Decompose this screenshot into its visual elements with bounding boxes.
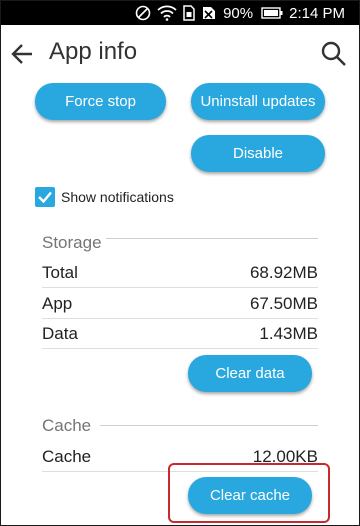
force-stop-button[interactable]: Force stop xyxy=(35,83,166,120)
sim-card-icon xyxy=(183,5,195,21)
storage-data-label: Data xyxy=(42,324,78,343)
no-sim-icon xyxy=(201,5,217,21)
status-bar: 90% 2:14 PM xyxy=(1,1,359,25)
page-title: App info xyxy=(49,38,138,65)
cache-size-label: Cache xyxy=(42,447,92,466)
storage-header: Storage xyxy=(42,233,102,252)
app-bar: App info xyxy=(0,26,360,82)
cache-divider xyxy=(100,425,318,426)
row-divider xyxy=(42,287,318,288)
storage-data-value: 1.43MB xyxy=(259,324,318,343)
battery-percent: 90% xyxy=(223,4,254,22)
show-notifications-checkbox[interactable] xyxy=(35,187,55,207)
row-divider xyxy=(42,348,318,349)
clock: 2:14 PM xyxy=(289,4,345,22)
search-icon[interactable] xyxy=(320,40,348,68)
storage-total-value: 68.92MB xyxy=(249,263,318,282)
storage-divider xyxy=(106,238,318,239)
storage-app-label: App xyxy=(42,294,73,313)
show-notifications-label: Show notifications xyxy=(61,189,174,205)
clear-data-button[interactable]: Clear data xyxy=(188,355,312,392)
uninstall-updates-button[interactable]: Uninstall updates xyxy=(191,83,325,120)
cache-header: Cache xyxy=(42,416,92,435)
disable-button[interactable]: Disable xyxy=(191,135,325,172)
clear-cache-highlight xyxy=(168,463,330,523)
storage-app-value: 67.50MB xyxy=(249,294,318,313)
do-not-disturb-icon xyxy=(135,5,151,21)
arrow-back-icon[interactable] xyxy=(8,40,36,68)
checkmark-icon xyxy=(38,191,52,204)
wifi-icon xyxy=(157,5,177,21)
battery-icon xyxy=(261,7,283,19)
storage-total-label: Total xyxy=(42,263,78,282)
row-divider xyxy=(42,318,318,319)
